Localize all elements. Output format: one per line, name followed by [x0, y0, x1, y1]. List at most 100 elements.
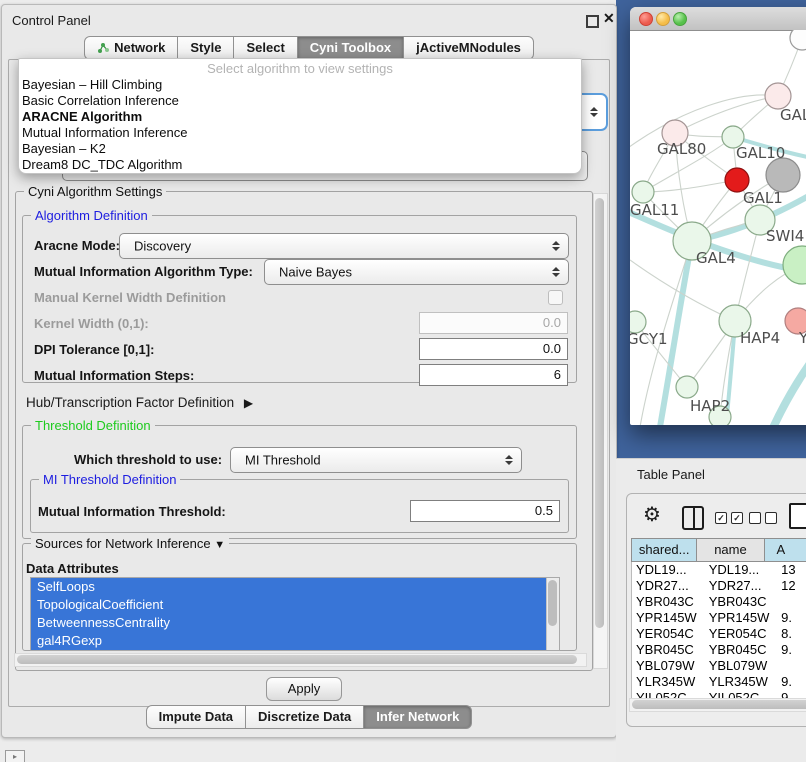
column-header-name[interactable]: name: [696, 538, 764, 562]
table-panel-container: ⚙ ✓ ✓ shared... name A YDL19...: [626, 493, 806, 727]
close-traffic-light-icon[interactable]: [639, 12, 653, 26]
table-hscrollbar[interactable]: [629, 698, 806, 712]
settings-scrollbar-thumb[interactable]: [595, 198, 604, 628]
table-row[interactable]: YBR043C YBR043C: [632, 594, 806, 610]
node-label: Y: [798, 329, 806, 347]
table-cell: 9.: [777, 642, 806, 658]
dpi-tolerance-input[interactable]: 0.0: [419, 338, 568, 360]
kernel-width-input[interactable]: 0.0: [419, 312, 568, 334]
network-node[interactable]: [766, 158, 800, 192]
table-row[interactable]: YDL19... YDL19... 13: [632, 562, 806, 578]
table-cell: YBR043C: [703, 594, 777, 610]
algorithm-option[interactable]: Mutual Information Inference: [22, 125, 572, 141]
minimize-traffic-light-icon[interactable]: [656, 12, 670, 26]
table-cell: YLR345W: [703, 674, 777, 690]
collapsed-arrow-icon: ▶: [244, 396, 253, 410]
table-cell: 12: [777, 578, 806, 594]
float-window-icon[interactable]: [586, 15, 599, 28]
tab-infer-network[interactable]: Infer Network: [363, 705, 472, 729]
algorithm-option[interactable]: Bayesian – Hill Climbing: [22, 77, 572, 93]
checked-checkbox-icon: ✓: [731, 512, 743, 524]
algorithm-option-selected[interactable]: ARACNE Algorithm: [22, 109, 572, 125]
aracne-mode-combobox[interactable]: Discovery: [119, 233, 569, 259]
list-scrollbar-thumb[interactable]: [548, 580, 557, 626]
table-cell: YBL079W: [703, 658, 777, 674]
hub-section-toggle[interactable]: Hub/Transcription Factor Definition ▶: [26, 395, 253, 410]
table-cell: YDL19...: [703, 562, 777, 578]
tab-network[interactable]: Network: [84, 36, 178, 60]
network-node[interactable]: [783, 246, 806, 284]
tab-impute-data[interactable]: Impute Data: [146, 705, 246, 729]
network-window-titlebar[interactable]: [630, 7, 806, 31]
tab-discretize-data[interactable]: Discretize Data: [245, 705, 364, 729]
node-label: GAL1: [743, 189, 783, 207]
table-row[interactable]: YER054C YER054C 8.: [632, 626, 806, 642]
settings-hscrollbar-thumb[interactable]: [17, 655, 577, 664]
settings-scrollbar[interactable]: [593, 193, 608, 669]
table-hscrollbar-thumb[interactable]: [632, 700, 806, 709]
mini-panel-icon[interactable]: ▸: [5, 750, 25, 762]
gear-icon[interactable]: ⚙: [643, 502, 661, 527]
close-icon[interactable]: ✕: [603, 10, 615, 27]
algorithm-option[interactable]: Basic Correlation Inference: [22, 93, 572, 109]
list-item[interactable]: TopologicalCoefficient: [31, 596, 559, 614]
table-cell: [777, 594, 806, 610]
column-header[interactable]: A: [764, 538, 806, 562]
algorithm-definition-title: Algorithm Definition: [31, 208, 152, 223]
table-row[interactable]: YBL079W YBL079W: [632, 658, 806, 674]
list-scrollbar[interactable]: [546, 578, 559, 650]
tab-label: Network: [114, 40, 165, 55]
which-threshold-label: Which threshold to use:: [74, 452, 222, 467]
document-icon[interactable]: [789, 503, 806, 529]
tab-label: Impute Data: [159, 709, 233, 724]
show-columns-icon[interactable]: ✓ ✓: [715, 512, 743, 524]
node-label: GAL80: [657, 140, 706, 158]
table-cell: 8.: [777, 626, 806, 642]
network-view-window: GAL GAL80 GAL10 GAL11 GAL1 SWI4 GAL4 GCY…: [630, 7, 806, 425]
network-icon: [97, 42, 109, 54]
manual-kernel-checkbox[interactable]: [548, 290, 563, 305]
network-node[interactable]: [632, 181, 654, 203]
list-item[interactable]: BetweennessCentrality: [31, 614, 559, 632]
threshold-definition-title: Threshold Definition: [31, 418, 155, 433]
node-label: GAL: [780, 106, 806, 124]
column-header-shared-name[interactable]: shared...: [631, 538, 697, 562]
mi-type-combobox[interactable]: Naive Bayes: [264, 259, 569, 285]
tab-style[interactable]: Style: [177, 36, 234, 60]
table-row[interactable]: YPR145W YPR145W 9.: [632, 610, 806, 626]
kernel-width-label: Kernel Width (0,1):: [34, 316, 149, 331]
network-node[interactable]: [790, 30, 806, 50]
table-cell: YBR045C: [703, 642, 777, 658]
algorithm-option[interactable]: Dream8 DC_TDC Algorithm: [22, 157, 572, 173]
mi-steps-input[interactable]: 6: [419, 364, 568, 386]
expanded-arrow-icon[interactable]: ▼: [214, 539, 225, 551]
table-row[interactable]: YDR27... YDR27... 12: [632, 578, 806, 594]
table-cell: YBL079W: [632, 658, 703, 674]
tab-label: Style: [190, 40, 221, 55]
combo-arrows-icon: [552, 267, 560, 277]
hide-columns-icon[interactable]: [749, 512, 777, 524]
network-node[interactable]: [676, 376, 698, 398]
apply-button[interactable]: Apply: [266, 677, 342, 701]
checked-checkbox-icon: ✓: [715, 512, 727, 524]
which-threshold-combobox[interactable]: MI Threshold: [230, 447, 522, 473]
table-cell: 9.: [777, 610, 806, 626]
list-item[interactable]: gal4RGexp: [31, 632, 559, 650]
table-row[interactable]: YBR045C YBR045C 9.: [632, 642, 806, 658]
settings-hscrollbar[interactable]: [14, 653, 587, 667]
tab-cyni-toolbox[interactable]: Cyni Toolbox: [297, 36, 404, 60]
column-pane-icon[interactable]: [682, 506, 704, 530]
mi-threshold-input[interactable]: 0.5: [410, 500, 560, 522]
table-row[interactable]: YLR345W YLR345W 9.: [632, 674, 806, 690]
list-item[interactable]: SelfLoops: [31, 578, 559, 596]
tab-label: Infer Network: [376, 709, 459, 724]
table-cell: YBR045C: [632, 642, 703, 658]
algorithm-option[interactable]: Bayesian – K2: [22, 141, 572, 157]
settings-group-title: Cyni Algorithm Settings: [24, 184, 166, 199]
data-attributes-list[interactable]: SelfLoops TopologicalCoefficient Between…: [30, 577, 560, 651]
algorithm-popup-prompt: Select algorithm to view settings: [19, 61, 581, 76]
zoom-traffic-light-icon[interactable]: [673, 12, 687, 26]
tab-jactivemnodules[interactable]: jActiveMNodules: [403, 36, 534, 60]
network-canvas[interactable]: GAL GAL80 GAL10 GAL11 GAL1 SWI4 GAL4 GCY…: [630, 30, 806, 425]
tab-select[interactable]: Select: [233, 36, 297, 60]
